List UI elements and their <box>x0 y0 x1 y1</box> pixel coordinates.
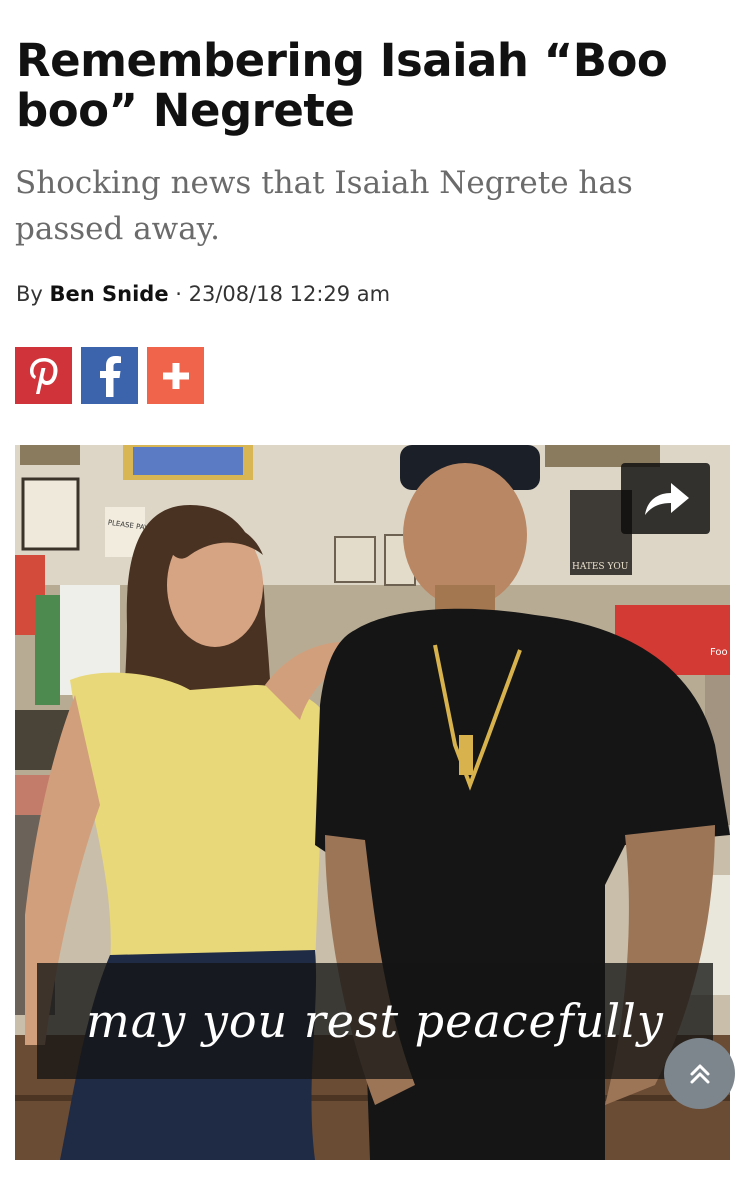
article-title: Remembering Isaiah “Boo boo” Negrete <box>16 34 668 137</box>
scroll-to-top-button[interactable] <box>664 1038 735 1109</box>
photo-caption: may you rest peacefully <box>86 994 664 1048</box>
facebook-share-button[interactable] <box>81 347 138 404</box>
share-arrow-icon <box>644 482 689 515</box>
image-share-button[interactable] <box>621 463 710 534</box>
plus-icon <box>162 362 189 389</box>
byline-separator: · <box>168 282 189 306</box>
pinterest-share-button[interactable] <box>15 347 72 404</box>
author-link[interactable]: Ben Snide <box>50 282 169 306</box>
sign-hates-you: HATES YOU <box>572 562 629 572</box>
article-photo: HATES YOU PLEASE PAY HERE Foo may you re… <box>15 445 730 1160</box>
double-chevron-up-icon <box>690 1064 709 1083</box>
publish-timestamp: 23/08/18 12:29 am <box>188 282 391 306</box>
caption-band: may you rest peacefully <box>37 963 713 1079</box>
byline-prefix: By <box>16 282 50 306</box>
article-subtitle: Shocking news that Isaiah Negrete has pa… <box>15 165 633 247</box>
sign-food: Foo <box>710 647 728 658</box>
share-buttons <box>15 347 204 404</box>
facebook-icon <box>99 355 121 397</box>
byline: By Ben Snide · 23/08/18 12:29 am <box>16 282 390 306</box>
pinterest-icon <box>29 357 57 394</box>
more-share-button[interactable] <box>147 347 204 404</box>
